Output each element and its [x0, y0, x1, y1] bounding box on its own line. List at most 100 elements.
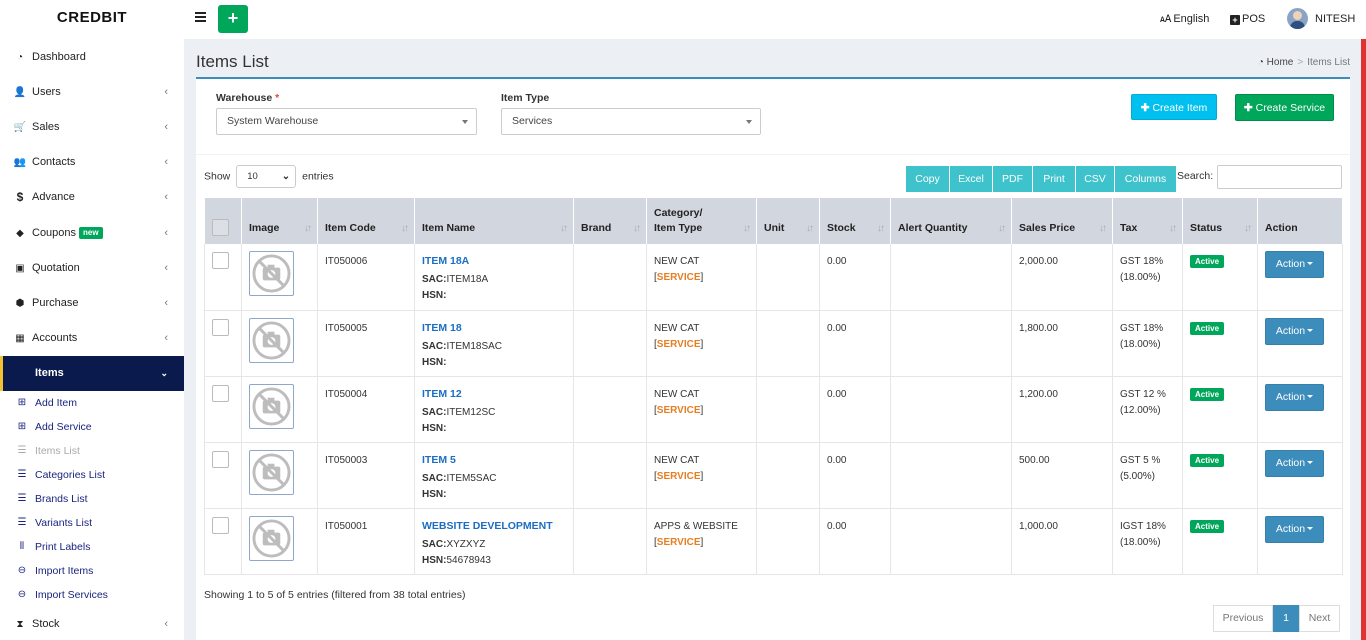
item-name-cell: WEBSITE DEVELOPMENT SAC:XYZXYZ HSN:5467894…: [414, 508, 574, 575]
table-row: IT050005 ITEM 18 SAC:ITEM18SAC HSN: NEW CAT […: [204, 310, 1343, 377]
hsn-value: 54678943: [446, 554, 491, 566]
action-dropdown-button[interactable]: Action: [1265, 383, 1324, 411]
header-alert-quantity[interactable]: Alert Quantity ↓↑: [890, 198, 1012, 244]
action-cell: Action: [1257, 508, 1343, 575]
sidebar-item-sales[interactable]: 🛒 Sales ‹: [0, 110, 184, 145]
search-label: Search:: [1177, 170, 1214, 182]
sac-value: ITEM5SAC: [446, 472, 497, 484]
sidebar-item-advance[interactable]: $ Advance ‹: [0, 180, 184, 215]
header-item-code[interactable]: Item Code ↓↑: [317, 198, 415, 244]
category-cell: NEW CAT [SERVICE]: [646, 442, 757, 509]
chevron-left-icon: ‹: [164, 191, 168, 203]
sidebar-item-items[interactable]: Items ⌄: [0, 356, 184, 391]
action-dropdown-button[interactable]: Action: [1265, 515, 1324, 543]
action-dropdown-button[interactable]: Action: [1265, 317, 1324, 345]
item-name-link[interactable]: ITEM 12: [422, 386, 567, 402]
columns-button[interactable]: Columns: [1115, 166, 1177, 192]
item-name-cell: ITEM 18A SAC:ITEM18A HSN:: [414, 244, 574, 311]
table-row: IT050003 ITEM 5 SAC:ITEM5SAC HSN: NEW CAT [SE…: [204, 442, 1343, 509]
sidebar-subitem-brands-list[interactable]: ☰ Brands List: [0, 487, 184, 511]
sidebar-item-label: Dashboard: [32, 51, 86, 63]
sidebar-subitem-categories-list[interactable]: ☰ Categories List: [0, 463, 184, 487]
header-item-name[interactable]: Item Name ↓↑: [414, 198, 574, 244]
action-label: Action: [1275, 456, 1306, 469]
sidebar-subitem-items-list[interactable]: ☰ Items List: [0, 439, 184, 463]
sidebar-item-contacts[interactable]: 👥 Contacts ‹: [0, 145, 184, 180]
sidebar-subitem-add-service[interactable]: ⊞ Add Service: [0, 415, 184, 439]
quick-add-button[interactable]: +: [218, 5, 248, 33]
page-1-button[interactable]: 1: [1273, 605, 1299, 632]
excel-button[interactable]: Excel: [950, 166, 993, 192]
sidebar-item-accounts[interactable]: ▦ Accounts ‹: [0, 321, 184, 356]
warehouse-select[interactable]: System Warehouse: [216, 108, 477, 135]
service-type-label: SERVICE: [656, 404, 701, 416]
sidebar-subitem-variants-list[interactable]: ☰ Variants List: [0, 511, 184, 535]
item-name-link[interactable]: ITEM 5: [422, 452, 567, 468]
row-checkbox[interactable]: [212, 318, 229, 336]
item-name-cell: ITEM 18 SAC:ITEM18SAC HSN:: [414, 310, 574, 377]
sidebar-item-dashboard[interactable]: ◔ Dashboard: [0, 40, 184, 75]
item-type-select[interactable]: Services: [501, 108, 761, 135]
sidebar-subitem-label: Import Services: [35, 589, 108, 601]
item-type-value: [SERVICE]: [654, 338, 704, 350]
sidebar-item-purchase[interactable]: ⬢ Purchase ‹: [0, 286, 184, 321]
next-button[interactable]: Next: [1299, 605, 1340, 632]
pos-link[interactable]: + POS: [1230, 0, 1265, 39]
breadcrumb-home[interactable]: Home: [1267, 57, 1294, 68]
sidebar-item-users[interactable]: 👤 Users ‹: [0, 75, 184, 110]
csv-button[interactable]: CSV: [1076, 166, 1115, 192]
row-checkbox[interactable]: [212, 516, 229, 534]
item-name-link[interactable]: WEBSITE DEVELOPMENT: [422, 518, 567, 534]
header-label: Action: [1265, 222, 1298, 234]
create-service-button[interactable]: ✚ Create Service: [1235, 94, 1334, 121]
sac-label: SAC:: [422, 472, 447, 484]
sidebar-subitem-label: Add Service: [35, 421, 92, 433]
select-all-checkbox[interactable]: [211, 219, 229, 236]
print-button[interactable]: Print: [1033, 166, 1076, 192]
sidebar-subitem-import-services[interactable]: ⊖ Import Services: [0, 583, 184, 607]
page-length-select[interactable]: 10 ⌄: [236, 165, 297, 188]
sidebar-subitem-import-items[interactable]: ⊖ Import Items: [0, 559, 184, 583]
row-checkbox[interactable]: [212, 450, 229, 468]
header-image[interactable]: Image ↓↑: [241, 198, 318, 244]
item-name-link[interactable]: ITEM 18: [422, 320, 567, 336]
header-tax[interactable]: Tax ↓↑: [1112, 198, 1183, 244]
header-select-all[interactable]: [204, 198, 242, 244]
action-dropdown-button[interactable]: Action: [1265, 449, 1324, 477]
user-name[interactable]: NITESH: [1315, 0, 1355, 39]
sidebar-subitem-print-labels[interactable]: ⦀ Print Labels: [0, 535, 184, 559]
user-avatar[interactable]: [1287, 8, 1308, 29]
sales-price-cell: 500.00: [1011, 442, 1113, 509]
chevron-left-icon: ‹: [164, 262, 168, 274]
header-status[interactable]: Status ↓↑: [1182, 198, 1258, 244]
sidebar-subitem-add-item[interactable]: ⊞ Add Item: [0, 391, 184, 415]
previous-button[interactable]: Previous: [1213, 605, 1273, 632]
sidebar-item-quotation[interactable]: ▣ Quotation ‹: [0, 251, 184, 286]
new-badge: new: [79, 227, 103, 239]
no-image-icon: [249, 515, 294, 561]
row-checkbox[interactable]: [212, 384, 229, 402]
hamburger-menu-icon[interactable]: [195, 12, 206, 22]
action-dropdown-button[interactable]: Action: [1265, 251, 1324, 278]
sidebar-item-stock[interactable]: ⧗ Stock ‹: [0, 607, 184, 640]
scrollbar[interactable]: [1361, 39, 1366, 640]
language-selector[interactable]: 🗚 English: [1160, 0, 1209, 39]
row-checkbox[interactable]: [212, 252, 229, 269]
pdf-button[interactable]: PDF: [993, 166, 1033, 192]
header-stock[interactable]: Stock ↓↑: [819, 198, 891, 244]
header-unit[interactable]: Unit ↓↑: [756, 198, 820, 244]
table-info: Showing 1 to 5 of 5 entries (filtered fr…: [204, 589, 466, 601]
row-select-cell: [204, 508, 242, 575]
sac-label: SAC:: [422, 340, 447, 352]
brand-logo[interactable]: CREDBIT: [0, 0, 184, 39]
header-category[interactable]: Category/Item Type ↓↑: [646, 198, 757, 244]
header-sales-price[interactable]: Sales Price ↓↑: [1011, 198, 1113, 244]
copy-button[interactable]: Copy: [906, 166, 950, 192]
search-input[interactable]: [1217, 165, 1342, 189]
sidebar-item-coupons[interactable]: ◆ Coupons new ‹: [0, 216, 184, 251]
tax-cell: GST 18% (18.00%): [1112, 244, 1183, 311]
item-name-link[interactable]: ITEM 18A: [422, 253, 567, 269]
caret-down-icon: [1307, 262, 1314, 265]
create-item-button[interactable]: ✚ Create Item: [1131, 94, 1217, 120]
header-brand[interactable]: Brand ↓↑: [573, 198, 647, 244]
